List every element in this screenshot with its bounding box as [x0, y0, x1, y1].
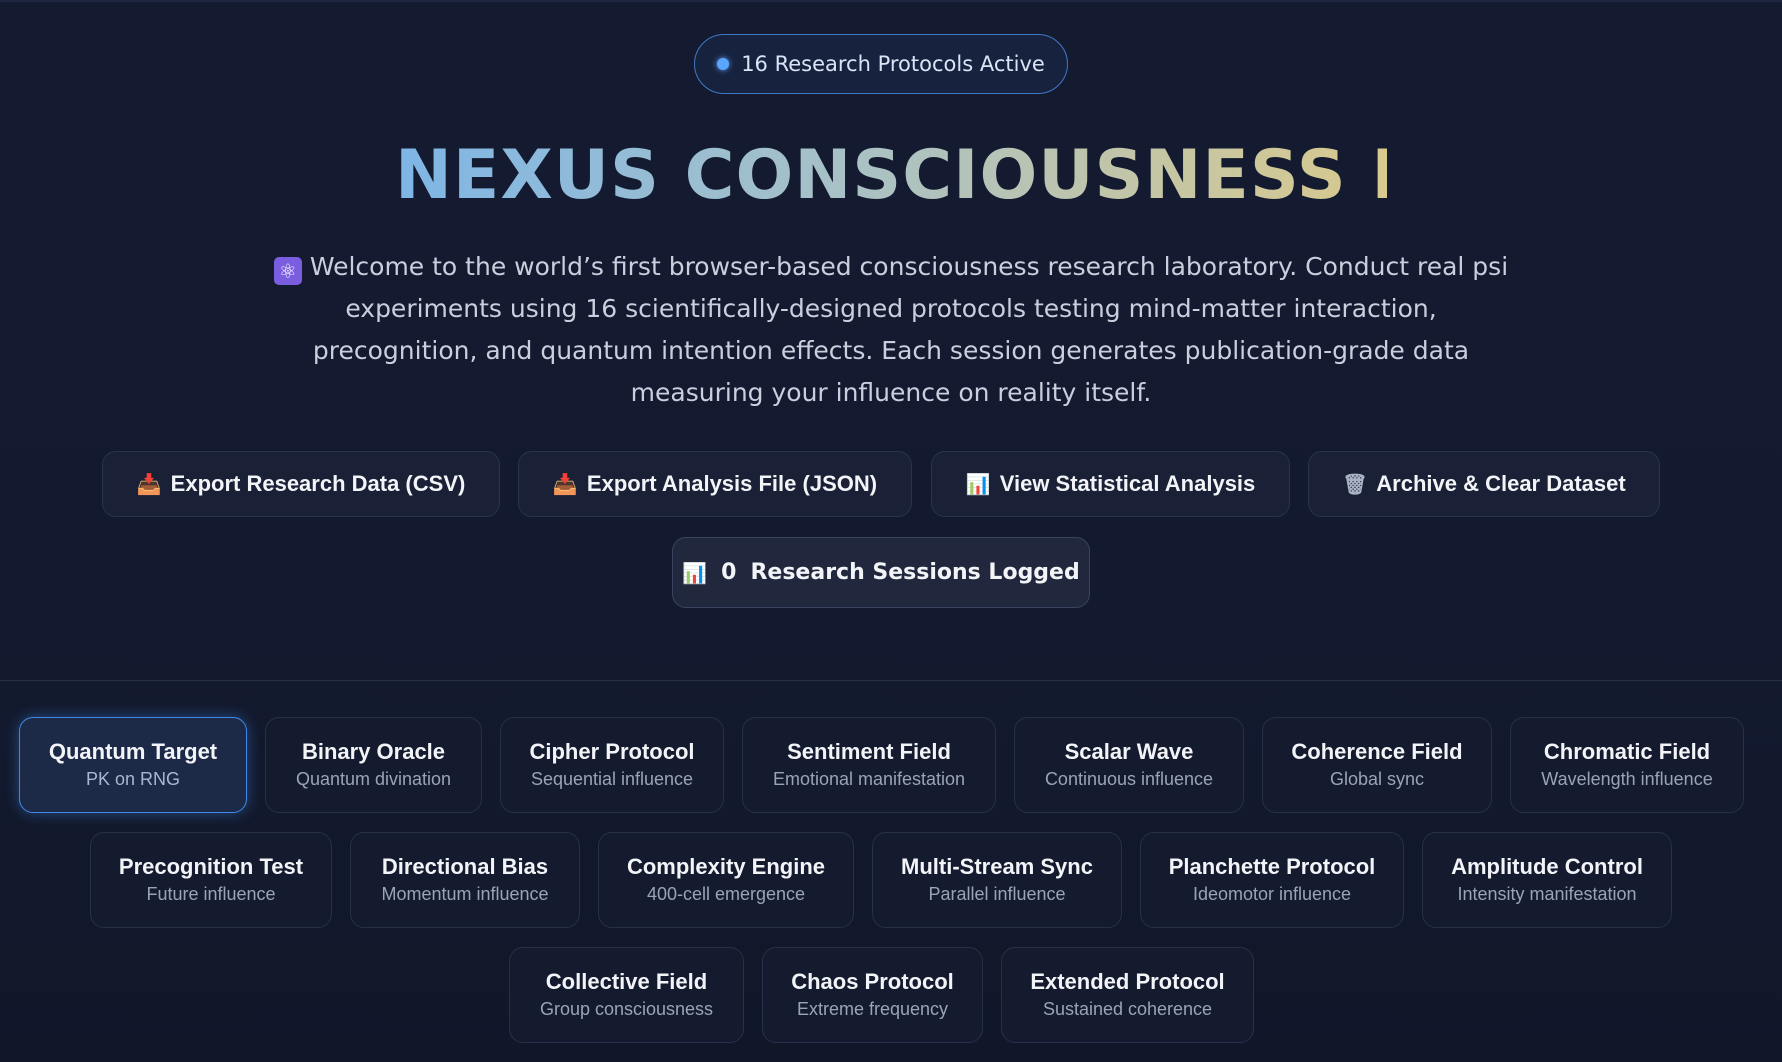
protocol-card-scalar-wave[interactable]: Scalar Wave Continuous influence: [1014, 717, 1244, 813]
protocol-subtitle: Extreme frequency: [796, 999, 949, 1019]
protocol-name: Extended Protocol: [1030, 969, 1225, 994]
export-json-button[interactable]: 📥 Export Analysis File (JSON): [518, 451, 912, 517]
protocol-card-extended-protocol[interactable]: Extended Protocol Sustained coherence: [1001, 947, 1254, 1043]
protocol-card-cipher-protocol[interactable]: Cipher Protocol Sequential influence: [500, 717, 724, 813]
protocol-subtitle: Momentum influence: [381, 884, 549, 904]
protocol-name: Coherence Field: [1291, 739, 1463, 764]
protocol-subtitle: Emotional manifestation: [772, 769, 966, 789]
protocol-name: Amplitude Control: [1451, 854, 1643, 879]
protocol-card-sentiment-field[interactable]: Sentiment Field Emotional manifestation: [742, 717, 996, 813]
protocol-subtitle: Global sync: [1329, 769, 1425, 789]
protocol-name: Planchette Protocol: [1168, 854, 1376, 879]
protocol-name: Directional Bias: [381, 854, 549, 879]
protocol-name: Binary Oracle: [301, 739, 446, 764]
protocol-name: Quantum Target: [48, 739, 218, 764]
export-json-label: Export Analysis File (JSON): [586, 471, 878, 496]
protocol-name: Collective Field: [545, 969, 708, 994]
bar-chart-icon: 📊: [965, 473, 991, 496]
protocol-subtitle: Parallel influence: [928, 884, 1066, 904]
protocol-card-chromatic-field[interactable]: Chromatic Field Wavelength influence: [1510, 717, 1744, 813]
download-icon: 📥: [136, 473, 162, 496]
protocol-card-collective-field[interactable]: Collective Field Group consciousness: [509, 947, 744, 1043]
download-icon: 📥: [552, 473, 578, 496]
export-csv-label: Export Research Data (CSV): [170, 471, 466, 496]
page-title: NEXUS CONSCIOUSNESS LAB: [395, 136, 1523, 215]
trash-icon: 🗑: [1342, 473, 1368, 496]
protocol-subtitle: Sequential influence: [530, 769, 694, 789]
protocol-card-planchette-protocol[interactable]: Planchette Protocol Ideomotor influence: [1140, 832, 1404, 928]
protocol-name: Cipher Protocol: [529, 739, 695, 764]
protocol-card-directional-bias[interactable]: Directional Bias Momentum influence: [350, 832, 580, 928]
protocol-subtitle: Continuous influence: [1044, 769, 1214, 789]
sessions-label: Research Sessions Logged: [750, 560, 1080, 585]
atom-icon: ⚛: [273, 257, 302, 285]
status-dot-icon: [717, 58, 730, 70]
protocol-subtitle: Sustained coherence: [1042, 999, 1213, 1019]
protocol-name: Chromatic Field: [1543, 739, 1711, 764]
protocols-active-badge: 16 Research Protocols Active: [694, 34, 1068, 94]
protocol-subtitle: PK on RNG: [85, 769, 181, 789]
protocol-name: Chaos Protocol: [791, 969, 954, 994]
protocol-card-precognition-test[interactable]: Precognition Test Future influence: [90, 832, 332, 928]
sessions-logged-counter: 📊 0 Research Sessions Logged: [672, 537, 1090, 608]
section-divider: [0, 680, 1782, 681]
protocol-subtitle: 400-cell emergence: [646, 884, 806, 904]
protocol-subtitle: Quantum divination: [295, 769, 452, 789]
protocol-name: Precognition Test: [118, 854, 304, 879]
intro-text: Welcome to the world’s first browser-bas…: [309, 252, 1509, 407]
export-csv-button[interactable]: 📥 Export Research Data (CSV): [102, 451, 500, 517]
protocol-card-quantum-target[interactable]: Quantum Target PK on RNG: [19, 717, 247, 813]
protocol-card-chaos-protocol[interactable]: Chaos Protocol Extreme frequency: [762, 947, 983, 1043]
protocol-name: Sentiment Field: [787, 739, 951, 764]
protocol-subtitle: Group consciousness: [539, 999, 714, 1019]
protocol-card-multi-stream-sync[interactable]: Multi-Stream Sync Parallel influence: [872, 832, 1122, 928]
protocol-subtitle: Ideomotor influence: [1192, 884, 1352, 904]
archive-clear-label: Archive & Clear Dataset: [1376, 471, 1626, 496]
archive-clear-button[interactable]: 🗑 Archive & Clear Dataset: [1308, 451, 1660, 517]
sessions-count: 0: [721, 560, 737, 585]
protocol-card-amplitude-control[interactable]: Amplitude Control Intensity manifestatio…: [1422, 832, 1672, 928]
page-title-wrap: NEXUS CONSCIOUSNESS LAB: [395, 136, 1523, 220]
intro-paragraph: ⚛ Welcome to the world’s first browser-ba…: [270, 246, 1512, 414]
protocol-name: Scalar Wave: [1064, 739, 1194, 764]
protocol-card-binary-oracle[interactable]: Binary Oracle Quantum divination: [265, 717, 482, 813]
protocol-name: Complexity Engine: [626, 854, 826, 879]
protocol-subtitle: Intensity manifestation: [1457, 884, 1637, 904]
protocol-subtitle: Future influence: [146, 884, 276, 904]
protocol-card-complexity-engine[interactable]: Complexity Engine 400-cell emergence: [598, 832, 854, 928]
bar-chart-icon: 📊: [682, 560, 708, 585]
protocol-subtitle: Wavelength influence: [1541, 769, 1713, 789]
view-statistics-label: View Statistical Analysis: [999, 471, 1256, 496]
protocol-name: Multi-Stream Sync: [901, 854, 1093, 879]
top-border: [0, 0, 1782, 2]
badge-text: 16 Research Protocols Active: [741, 52, 1045, 76]
view-statistics-button[interactable]: 📊 View Statistical Analysis: [931, 451, 1290, 517]
protocol-card-coherence-field[interactable]: Coherence Field Global sync: [1262, 717, 1492, 813]
